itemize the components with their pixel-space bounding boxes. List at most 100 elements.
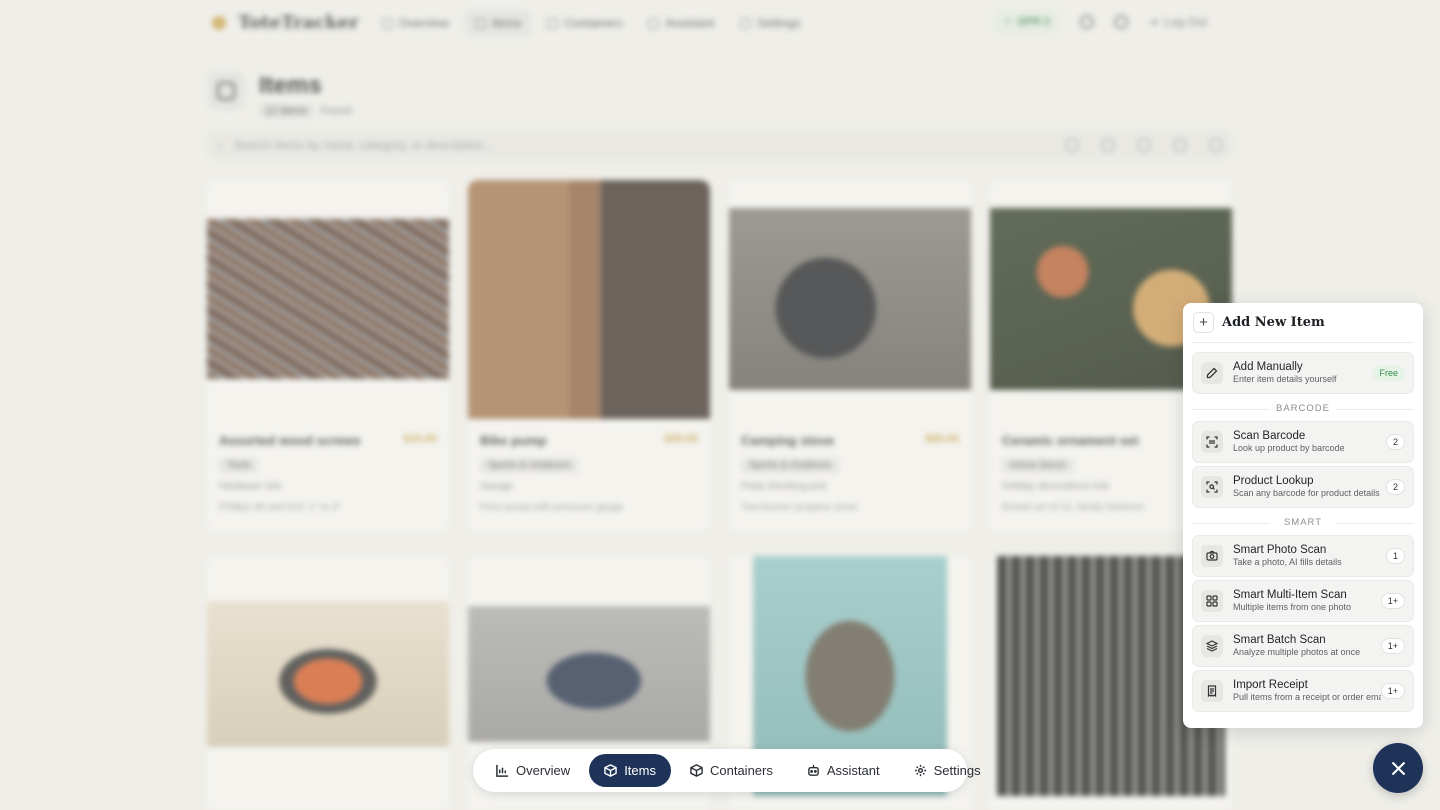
credit-badge: 1+ <box>1380 638 1405 654</box>
item-photo <box>207 219 449 379</box>
search-bar[interactable]: ⌕ Search items by name, category, or des… <box>207 130 1232 160</box>
option-description: Take a photo, AI fills details <box>1233 557 1342 568</box>
option-description: Look up product by barcode <box>1233 443 1345 454</box>
top-nav-assistant[interactable]: Assistant <box>638 10 724 36</box>
items-header-icon <box>207 72 245 110</box>
credit-badge: 1+ <box>1380 683 1405 699</box>
item-photo <box>729 208 971 390</box>
option-description: Analyze multiple photos at once <box>1233 647 1361 658</box>
layers-icon <box>1201 635 1223 657</box>
credit-badge: 1+ <box>1380 593 1405 609</box>
gear-icon <box>914 764 926 777</box>
item-price: $15.00 <box>403 433 437 445</box>
bottom-nav-assistant[interactable]: Assistant <box>792 754 895 787</box>
item-category: Home Decor <box>1002 458 1075 473</box>
container-icon <box>547 17 559 29</box>
item-photo <box>207 601 449 747</box>
scan-barcode-option[interactable]: Scan Barcode Look up product by barcode 2 <box>1192 421 1414 463</box>
free-badge: Free <box>1372 365 1405 381</box>
smart-photo-scan-option[interactable]: Smart Photo Scan Take a photo, AI fills d… <box>1192 535 1414 577</box>
item-photo <box>468 606 710 742</box>
item-price: $35.00 <box>664 433 698 445</box>
item-name: Bike pump <box>480 433 547 448</box>
logout-icon: ⇥ <box>1148 14 1159 29</box>
page-title: Items <box>259 72 322 99</box>
count-suffix: Found <box>320 105 352 117</box>
smart-batch-scan-option[interactable]: Smart Batch Scan Analyze multiple photos … <box>1192 625 1414 667</box>
top-nav-settings[interactable]: Settings <box>730 10 810 36</box>
item-location: Hardware tote <box>219 481 282 492</box>
gear-icon <box>740 17 752 29</box>
item-name: Assorted wood screws <box>219 433 361 448</box>
pencil-icon <box>1201 362 1223 384</box>
filter-icon[interactable] <box>1066 139 1078 151</box>
add-manually-option[interactable]: Add Manually Enter item details yourself … <box>1192 352 1414 394</box>
help-icon[interactable] <box>1080 14 1095 29</box>
brand-name: ToteTracker <box>238 12 359 33</box>
view-icon[interactable] <box>1210 139 1222 151</box>
bottom-nav-overview[interactable]: Overview <box>481 754 585 787</box>
smart-multi-item-scan-option[interactable]: Smart Multi-Item Scan Multiple items from… <box>1192 580 1414 622</box>
top-nav-overview[interactable]: Overview <box>372 10 459 36</box>
item-card[interactable] <box>207 556 449 810</box>
bar-chart-icon <box>496 764 509 777</box>
bottom-nav: Overview Items Containers Assistant Sett… <box>473 749 981 792</box>
option-description: Pull items from a receipt or order email <box>1233 692 1381 703</box>
bottom-nav-settings[interactable]: Settings <box>899 754 996 787</box>
option-label: Add Manually <box>1233 361 1303 374</box>
item-location: Garage <box>480 481 514 492</box>
top-nav-containers[interactable]: Containers <box>537 10 632 36</box>
plan-badge[interactable]: ⚡ DPR 2 <box>994 10 1061 33</box>
product-lookup-option[interactable]: Product Lookup Scan any barcode for produ… <box>1192 466 1414 508</box>
notification-icon[interactable] <box>1114 14 1129 29</box>
count-pill: 12 items <box>259 104 313 118</box>
top-bar: ToteTracker Overview Items Containers As… <box>0 0 1440 48</box>
item-category: Sports & Outdoors <box>741 458 840 473</box>
section-label-smart: SMART <box>1192 517 1414 528</box>
credit-badge: 1 <box>1385 548 1405 564</box>
item-category: Tools <box>219 458 259 473</box>
brand-logo-icon <box>212 15 226 30</box>
item-description: Two-burner propane stove <box>741 502 858 513</box>
bottom-nav-items[interactable]: Items <box>589 754 671 787</box>
option-description: Multiple items from one photo <box>1233 602 1352 613</box>
bar-chart-icon <box>382 17 393 29</box>
option-label: Smart Batch Scan <box>1233 634 1326 647</box>
item-photo <box>468 180 710 419</box>
item-description: Phillips #8 and #10, 1" to 3" <box>219 502 342 513</box>
option-label: Smart Photo Scan <box>1233 544 1327 557</box>
top-nav-items[interactable]: Items <box>465 10 532 36</box>
tag-icon[interactable] <box>1138 139 1150 151</box>
brand[interactable]: ToteTracker <box>212 12 359 33</box>
bottom-nav-containers[interactable]: Containers <box>675 754 788 787</box>
copy-icon[interactable] <box>1174 139 1186 151</box>
credit-badge: 2 <box>1385 479 1405 495</box>
option-label: Import Receipt <box>1233 679 1308 692</box>
import-receipt-option[interactable]: Import Receipt Pull items from a receipt … <box>1192 670 1414 712</box>
item-card[interactable]: Camping stove $65.00 Sports & Outdoors Pe… <box>729 180 971 532</box>
item-description: Floor pump with pressure gauge <box>480 502 624 513</box>
receipt-icon <box>1201 680 1223 702</box>
credit-badge: 2 <box>1385 434 1405 450</box>
top-right-tools: ⚡ DPR 2 ⇥ Log Out <box>994 10 1207 33</box>
barcode-scan-icon <box>1201 431 1223 453</box>
search-input[interactable]: Search items by name, category, or descr… <box>234 138 494 152</box>
option-label: Product Lookup <box>1233 475 1314 488</box>
add-item-panel: + Add New Item Add Manually Enter item de… <box>1183 303 1423 728</box>
item-card[interactable]: Assorted wood screws $15.00 Tools Hardwar… <box>207 180 449 532</box>
close-icon <box>1391 761 1405 775</box>
logout-button[interactable]: ⇥ Log Out <box>1148 15 1207 29</box>
page-header: Items 12 items Found <box>207 72 352 118</box>
item-location: Petal checking pick <box>741 481 827 492</box>
top-nav: Overview Items Containers Assistant Sett… <box>372 10 810 36</box>
item-price: $65.00 <box>925 433 959 445</box>
section-label-barcode: BARCODE <box>1192 403 1414 414</box>
bolt-icon: ⚡ <box>1004 16 1012 28</box>
option-label: Scan Barcode <box>1233 430 1306 443</box>
add-item-panel-header: + Add New Item <box>1192 303 1414 343</box>
sort-icon[interactable] <box>1102 139 1114 151</box>
item-card[interactable]: Bike pump $35.00 Sports & Outdoors Garage… <box>468 180 710 532</box>
item-name: Camping stove <box>741 433 835 448</box>
close-add-menu-button[interactable] <box>1373 743 1423 793</box>
box-icon <box>475 17 487 29</box>
